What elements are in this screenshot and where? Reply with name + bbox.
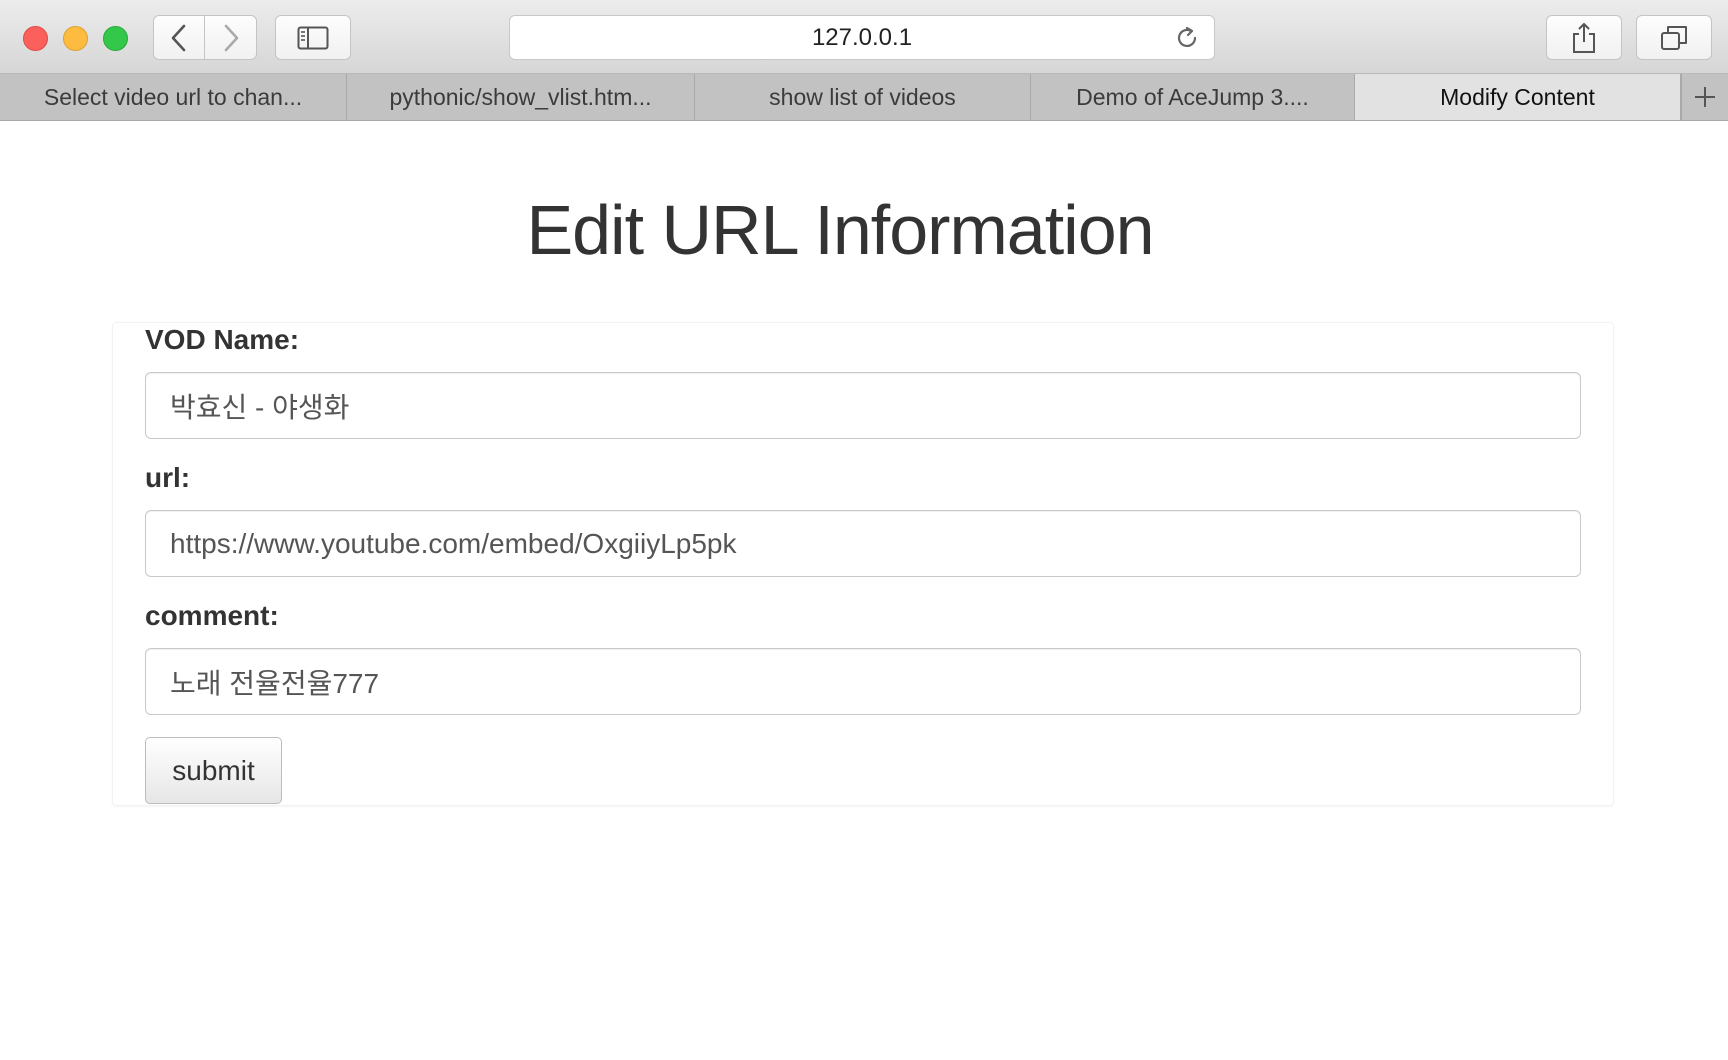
reload-icon[interactable]: [1174, 25, 1200, 51]
comment-input[interactable]: [145, 648, 1581, 715]
url-label: url:: [145, 462, 191, 493]
chevron-right-icon: [224, 24, 238, 51]
sidebar-toggle-button[interactable]: [275, 15, 351, 60]
submit-button[interactable]: submit: [145, 737, 282, 804]
tabs-overview-button[interactable]: [1636, 15, 1712, 60]
url-input[interactable]: [145, 510, 1581, 577]
new-tab-button[interactable]: [1681, 74, 1728, 120]
address-bar[interactable]: 127.0.0.1: [509, 15, 1215, 60]
chevron-left-icon: [171, 24, 186, 51]
tab-show-vlist[interactable]: pythonic/show_vlist.htm...: [347, 74, 695, 120]
tabs-overview-icon: [1661, 25, 1687, 50]
address-text: 127.0.0.1: [811, 23, 913, 51]
vod-name-input[interactable]: [145, 372, 1581, 439]
share-icon: [1573, 22, 1595, 53]
sidebar-icon: [297, 26, 329, 49]
tab-modify-content[interactable]: Modify Content: [1355, 74, 1681, 120]
tab-acejump-demo[interactable]: Demo of AceJump 3....: [1031, 74, 1355, 120]
vod-name-label: VOD Name:: [145, 324, 300, 355]
back-button[interactable]: [153, 15, 205, 60]
plus-icon: [1695, 87, 1715, 107]
window-close-button[interactable]: [23, 26, 48, 51]
tab-select-video[interactable]: Select video url to chan...: [0, 74, 347, 120]
forward-button[interactable]: [205, 15, 257, 60]
browser-toolbar: 127.0.0.1: [0, 0, 1728, 74]
tab-bar: Select video url to chan... pythonic/sho…: [0, 74, 1728, 121]
share-button[interactable]: [1546, 15, 1622, 60]
page-title: Edit URL Information: [526, 191, 1154, 269]
window-maximize-button[interactable]: [103, 26, 128, 51]
comment-label: comment:: [145, 600, 279, 631]
window-minimize-button[interactable]: [63, 26, 88, 51]
tab-show-list-of-videos[interactable]: show list of videos: [695, 74, 1031, 120]
